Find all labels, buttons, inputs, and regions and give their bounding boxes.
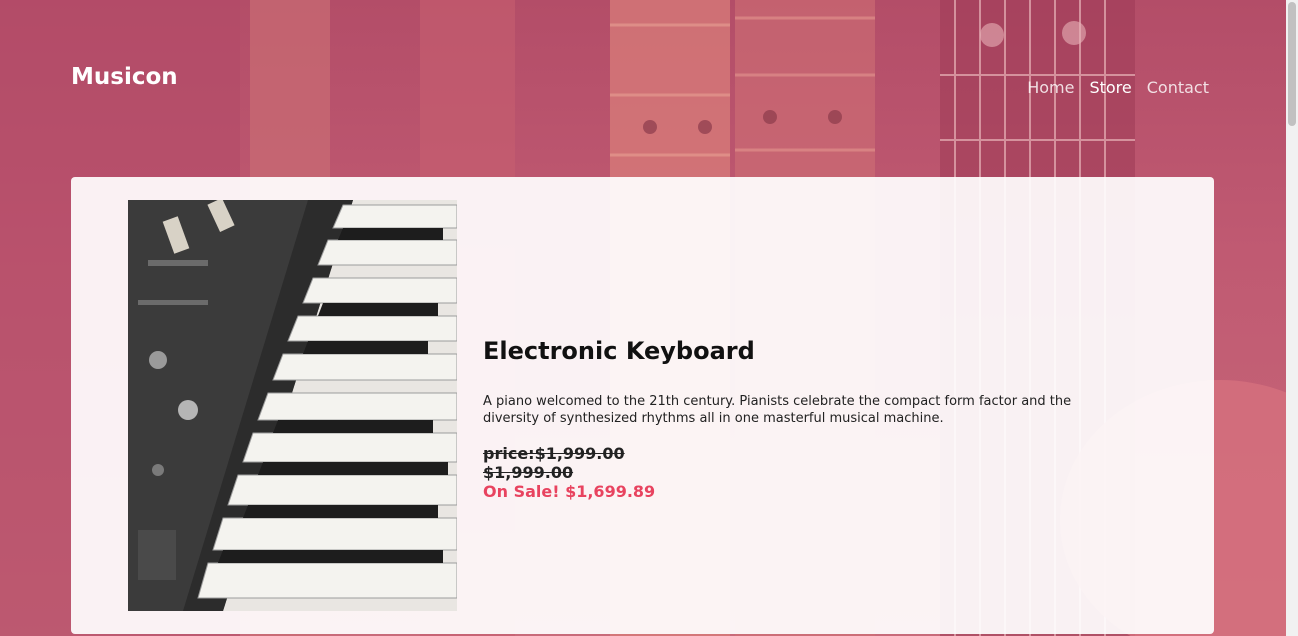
product-description: A piano welcomed to the 21th century. Pi…	[483, 394, 1072, 426]
nav-store[interactable]: Store	[1089, 78, 1131, 97]
nav-contact[interactable]: Contact	[1147, 78, 1209, 97]
product-info: Electronic Keyboard A piano welcomed to …	[483, 337, 1083, 501]
sale-price: On Sale! $1,699.89	[483, 482, 656, 501]
product-card: Electronic Keyboard A piano welcomed to …	[71, 177, 1214, 634]
original-price: $1,999.00	[483, 463, 574, 482]
scrollbar-thumb[interactable]	[1288, 2, 1296, 126]
keyboard-photo-icon	[128, 200, 457, 611]
brand-logo[interactable]: Musicon	[71, 64, 178, 90]
main-nav: Home Store Contact	[1027, 78, 1209, 97]
nav-home[interactable]: Home	[1027, 78, 1074, 97]
product-image	[128, 200, 457, 611]
product-title: Electronic Keyboard	[483, 337, 755, 365]
scrollbar[interactable]	[1286, 0, 1298, 636]
price-label: price:$1,999.00	[483, 444, 625, 463]
